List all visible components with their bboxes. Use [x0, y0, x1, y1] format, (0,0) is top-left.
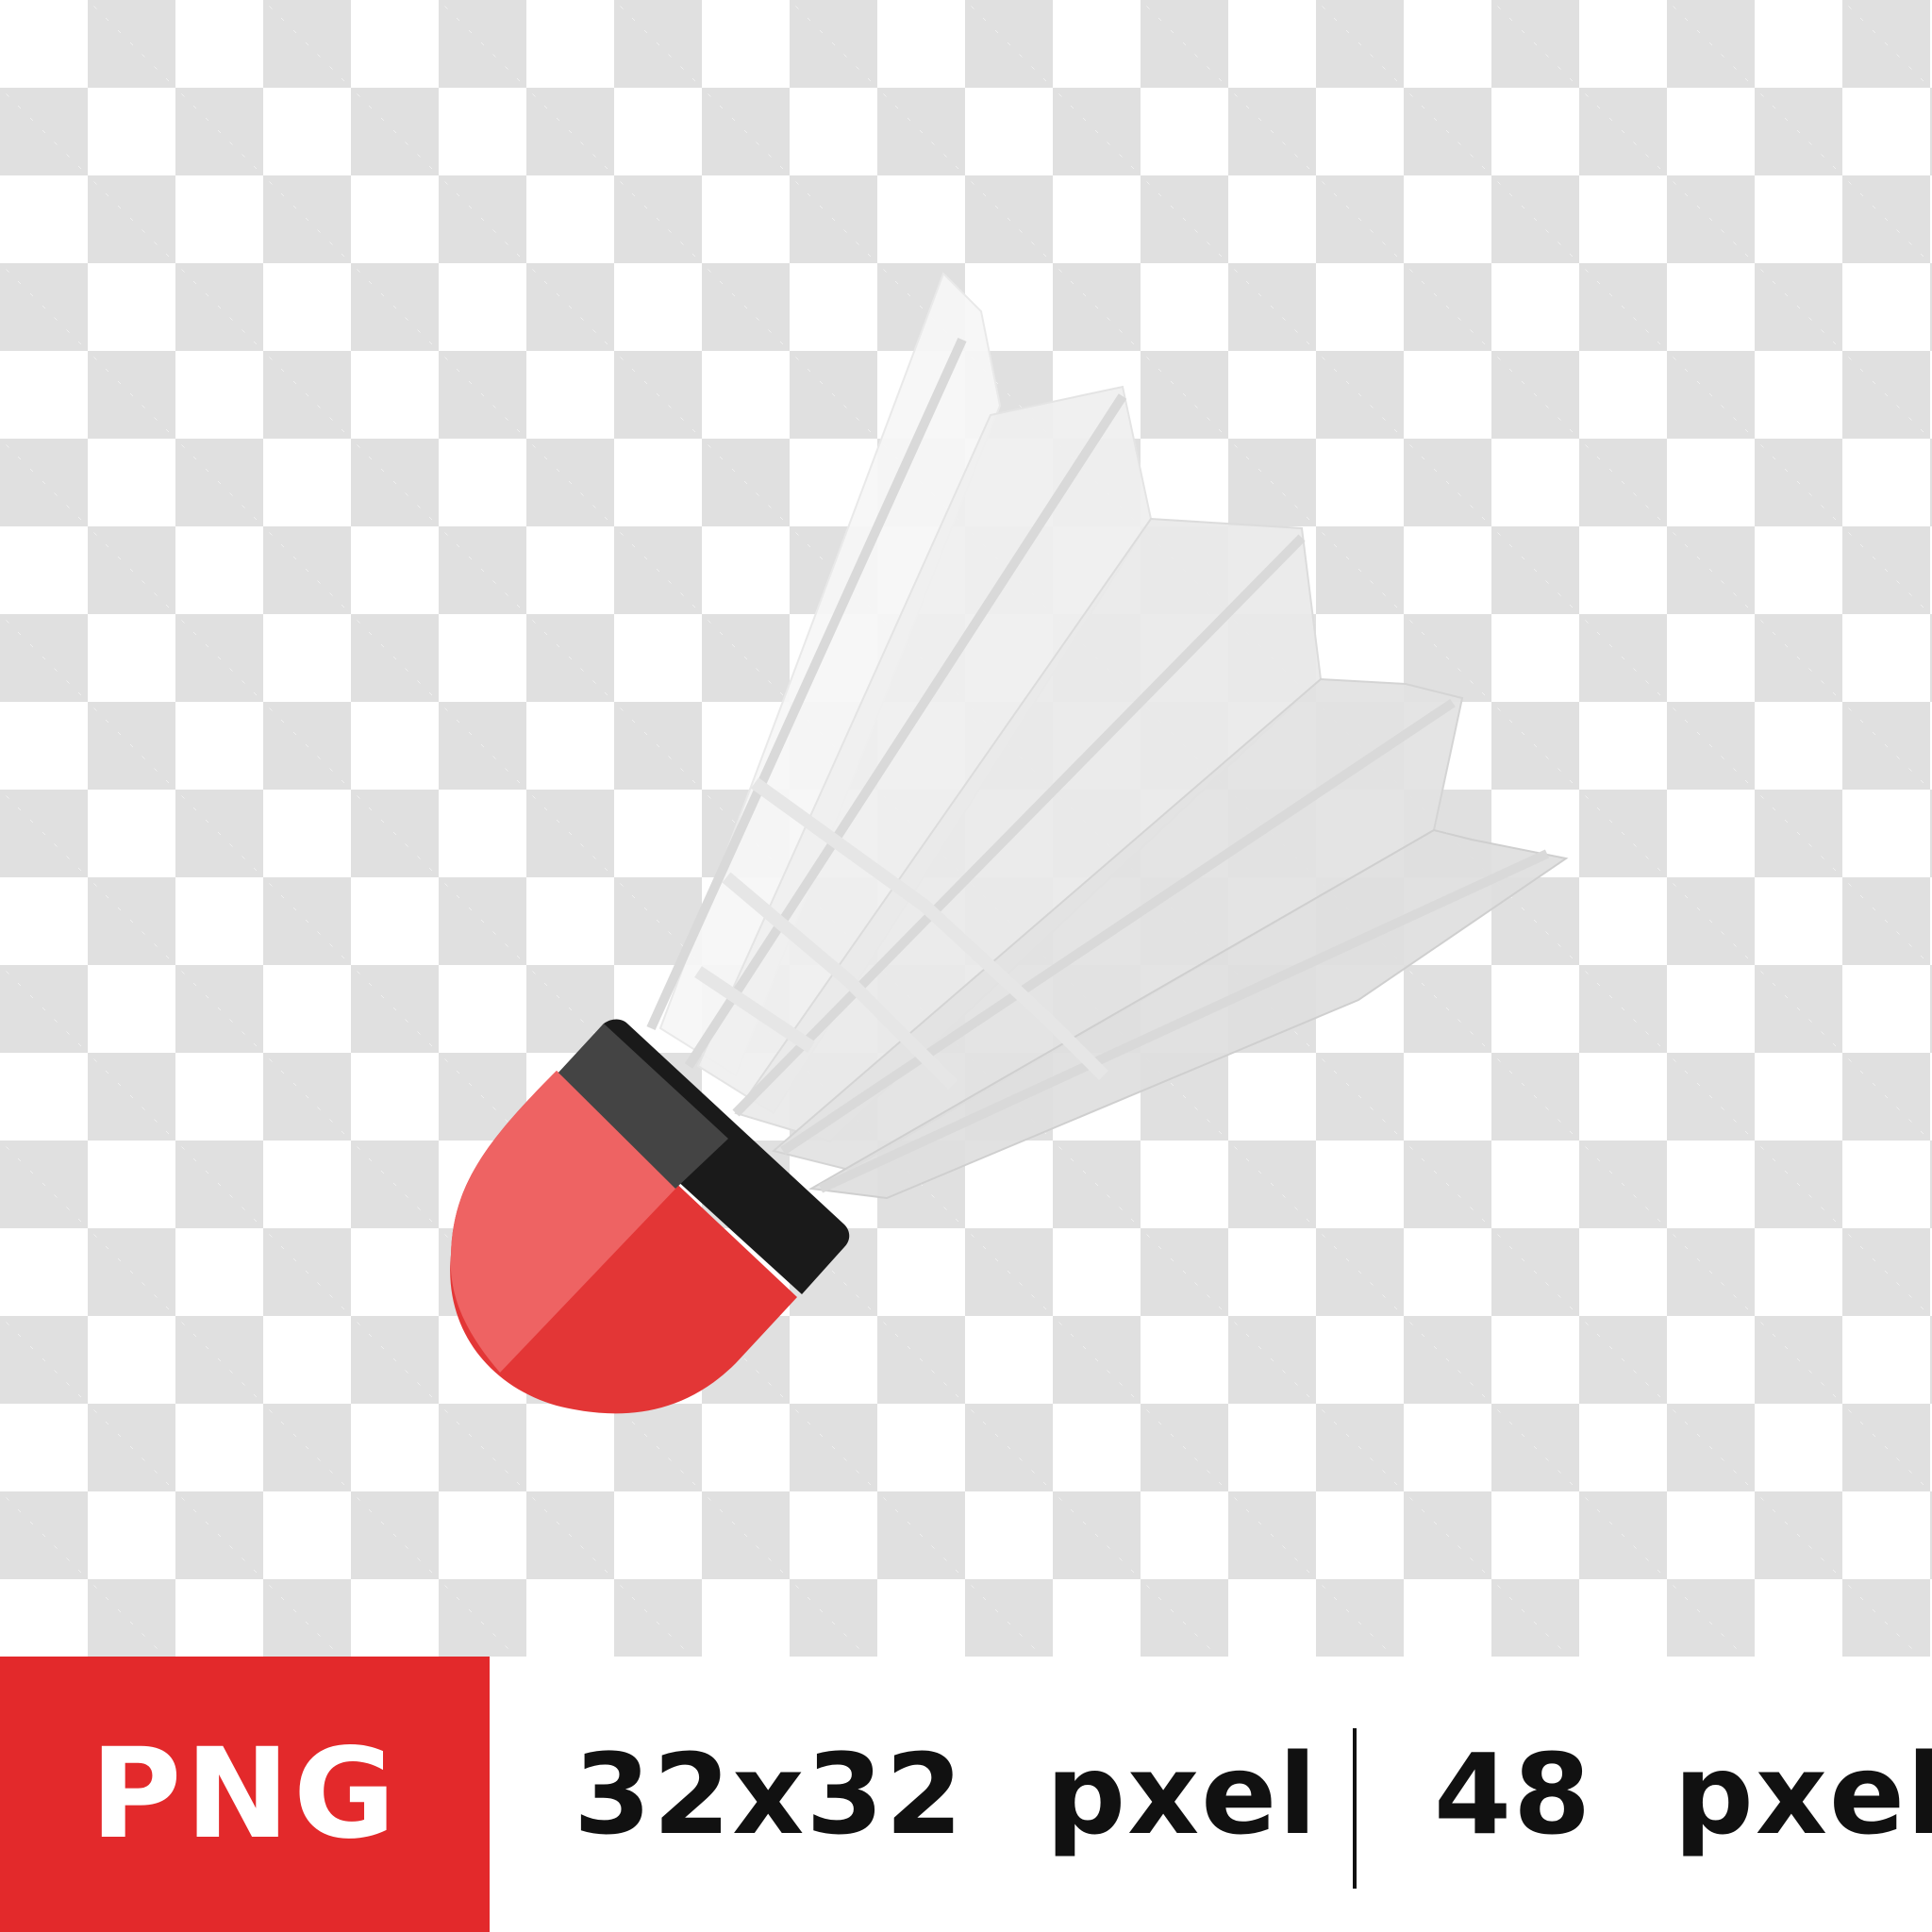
footer-bar: PNG 32x32 pxel 48 pxel — [0, 1657, 1932, 1932]
format-badge: PNG — [0, 1657, 490, 1932]
checkerboard-canvas — [0, 0, 1932, 1657]
size-secondary-label: 48 pxel — [1434, 1729, 1932, 1859]
shuttlecock-illustration — [450, 272, 1569, 1414]
format-label: PNG — [90, 1722, 400, 1867]
size-primary-label: 32x32 pxel — [574, 1729, 1319, 1859]
divider — [1353, 1728, 1357, 1889]
